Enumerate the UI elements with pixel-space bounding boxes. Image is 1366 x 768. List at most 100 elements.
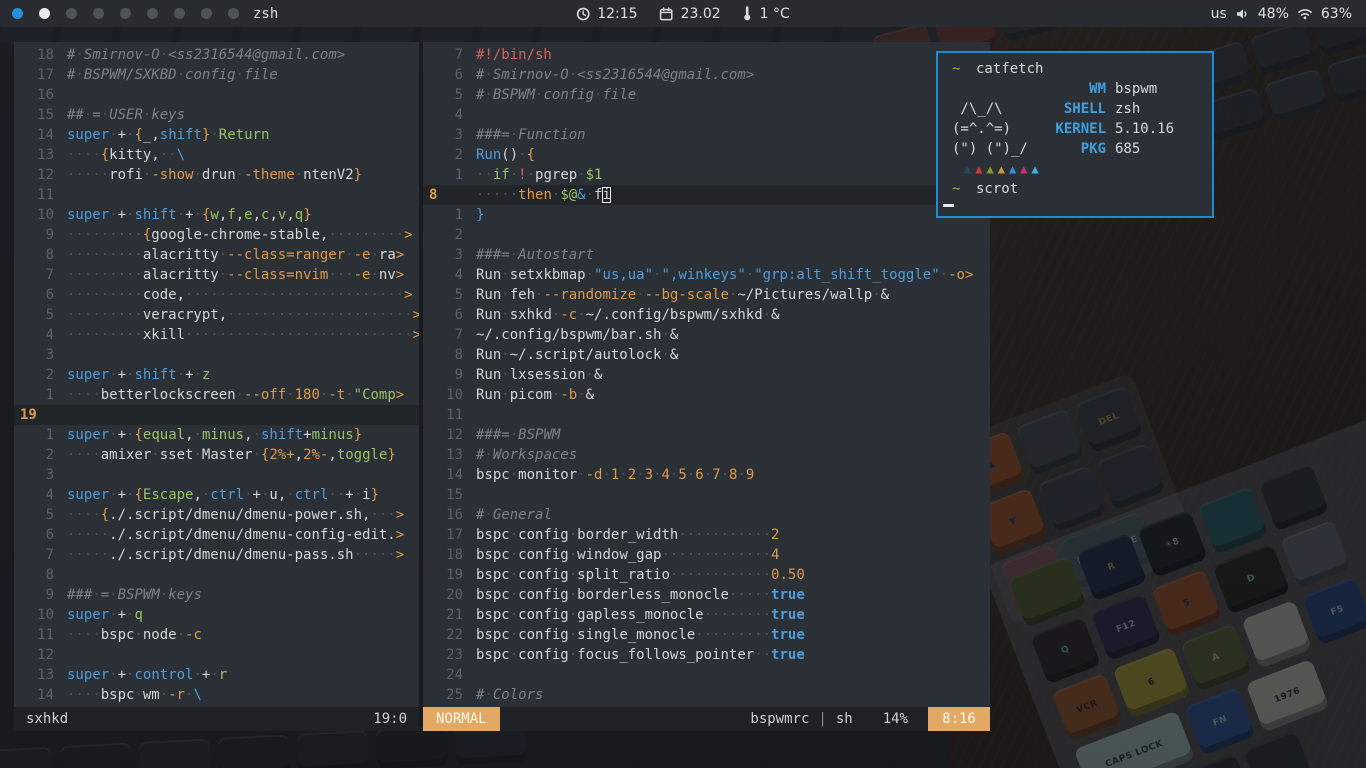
token: · bbox=[194, 367, 202, 383]
code-text: ·····then·$@&·fi bbox=[476, 185, 611, 205]
line-number: 13 bbox=[14, 145, 54, 165]
token: keys bbox=[151, 107, 185, 123]
token: ········· bbox=[67, 287, 143, 303]
line-number: 23 bbox=[423, 645, 463, 665]
token: · bbox=[737, 467, 745, 483]
token: · bbox=[109, 207, 117, 223]
line-number: 5 bbox=[14, 305, 54, 325]
line-number: 11 bbox=[14, 185, 54, 205]
token: ······················ bbox=[227, 307, 412, 323]
token: ····· bbox=[476, 187, 518, 203]
token: > bbox=[396, 387, 404, 403]
token: > bbox=[404, 287, 412, 303]
token: file bbox=[244, 67, 278, 83]
token: · bbox=[210, 127, 218, 143]
code-text: } bbox=[476, 205, 484, 225]
code-line: 6#·Smirnov-O·<ss2316544@gmail.com> bbox=[423, 65, 990, 85]
token: ###= bbox=[476, 427, 510, 443]
workspace-dot-empty[interactable] bbox=[93, 8, 104, 19]
token: 5 bbox=[678, 467, 686, 483]
workspace-dot-occupied[interactable] bbox=[39, 8, 50, 19]
prompt-symbol: ~ bbox=[952, 179, 976, 199]
line-number: 11 bbox=[423, 405, 463, 425]
token: #!/bin/sh bbox=[476, 47, 552, 63]
code-line: 16 bbox=[14, 85, 419, 105]
token: ./.script/dmenu/dmenu-pass.sh bbox=[109, 547, 353, 563]
bar-center-modules: 12:15 23.02 1 °C bbox=[576, 0, 790, 27]
editor-buffer-sxhkd[interactable]: 18#·Smirnov-O·<ss2316544@gmail.com>17#·B… bbox=[14, 42, 419, 707]
token: Run bbox=[476, 287, 501, 303]
token: config bbox=[518, 567, 569, 583]
code-line: 2 bbox=[423, 225, 990, 245]
token: ./.script/dmenu/dmenu-power.sh, bbox=[109, 507, 370, 523]
terminal-window-bspwmrc[interactable]: 7#!/bin/sh6#·Smirnov-O·<ss2316544@gmail.… bbox=[423, 42, 990, 731]
token: u, bbox=[269, 487, 286, 503]
line-number: 3 bbox=[423, 125, 463, 145]
code-text: bspc·config·gapless_monocle········true bbox=[476, 605, 805, 625]
code-line: 14····bspc·wm·-r·\ bbox=[14, 685, 419, 705]
code-text: #·General bbox=[476, 505, 552, 525]
line-number: 18 bbox=[423, 545, 463, 565]
token: config bbox=[518, 527, 569, 543]
token: ·························· bbox=[185, 287, 404, 303]
code-text: ····bspc·node·-c bbox=[67, 625, 202, 645]
code-text: super·+·shift·+·z bbox=[67, 365, 210, 385]
token: q bbox=[295, 207, 303, 223]
token: · bbox=[210, 667, 218, 683]
token: control bbox=[134, 667, 193, 683]
token: · bbox=[177, 207, 185, 223]
command-catfetch: catfetch bbox=[976, 59, 1043, 79]
fetch-label: KERNEL bbox=[1044, 119, 1106, 139]
token: & bbox=[670, 327, 678, 343]
token: & bbox=[577, 187, 585, 203]
token: ###= bbox=[476, 247, 510, 263]
terminal-window-sxhkd[interactable]: 18#·Smirnov-O·<ss2316544@gmail.com>17#·B… bbox=[14, 42, 419, 731]
volume-icon[interactable] bbox=[1235, 7, 1250, 21]
workspace-dot-empty[interactable] bbox=[174, 8, 185, 19]
token: sxhkd bbox=[510, 307, 552, 323]
token: toggle bbox=[337, 447, 388, 463]
token: · bbox=[193, 167, 201, 183]
token: shift bbox=[134, 367, 176, 383]
workspace-dot-empty[interactable] bbox=[120, 8, 131, 19]
workspace-dot-empty[interactable] bbox=[201, 8, 212, 19]
token: & bbox=[594, 367, 602, 383]
token: · bbox=[510, 647, 518, 663]
editor-buffer-bspwmrc[interactable]: 7#!/bin/sh6#·Smirnov-O·<ss2316544@gmail.… bbox=[423, 42, 990, 707]
token: config bbox=[518, 647, 569, 663]
cursor-line: 19 bbox=[14, 405, 419, 425]
token: config bbox=[185, 67, 236, 83]
token: · bbox=[109, 667, 117, 683]
code-text: #·Colors bbox=[476, 685, 543, 705]
token: super bbox=[67, 207, 109, 223]
code-line: 7~/.config/bspwm/bar.sh·& bbox=[423, 325, 990, 345]
token: --randomize bbox=[543, 287, 636, 303]
workspace-dot-empty[interactable] bbox=[228, 8, 239, 19]
token: · bbox=[636, 467, 644, 483]
keyboard-layout-indicator[interactable]: us bbox=[1211, 6, 1227, 22]
workspace-dot-focused[interactable] bbox=[12, 8, 23, 19]
token: ctrl bbox=[295, 487, 329, 503]
token: -r bbox=[168, 687, 185, 703]
code-line: 5Run·feh·--randomize·--bg-scale·~/Pictur… bbox=[423, 285, 990, 305]
code-line: 8Run·~/.script/autolock·& bbox=[423, 345, 990, 365]
code-line: 4 bbox=[423, 105, 990, 125]
workspace-dot-empty[interactable] bbox=[66, 8, 77, 19]
fetch-value: 5.10.16 bbox=[1115, 119, 1174, 139]
token: · bbox=[160, 47, 168, 63]
line-number: 6 bbox=[423, 65, 463, 85]
wifi-icon[interactable] bbox=[1297, 7, 1313, 20]
token: · bbox=[354, 487, 362, 503]
token: · bbox=[569, 587, 577, 603]
floating-terminal-catfetch[interactable]: ~ catfetch WMbspwm /\_/\SHELLzsh(=^.^=)K… bbox=[936, 51, 1214, 218]
line-number: 17 bbox=[14, 65, 54, 85]
code-text: #·BSPWM·config·file bbox=[476, 85, 636, 105]
line-number: 1 bbox=[14, 385, 54, 405]
code-line: 4super·+·{Escape,·ctrl·+·u,·ctrl··+·i} bbox=[14, 485, 419, 505]
workspace-dot-empty[interactable] bbox=[147, 8, 158, 19]
token: · bbox=[940, 267, 948, 283]
token: ~/Pictures/wallp bbox=[737, 287, 872, 303]
token: border_width bbox=[577, 527, 678, 543]
token: 2 bbox=[771, 527, 779, 543]
token: > bbox=[396, 547, 404, 563]
